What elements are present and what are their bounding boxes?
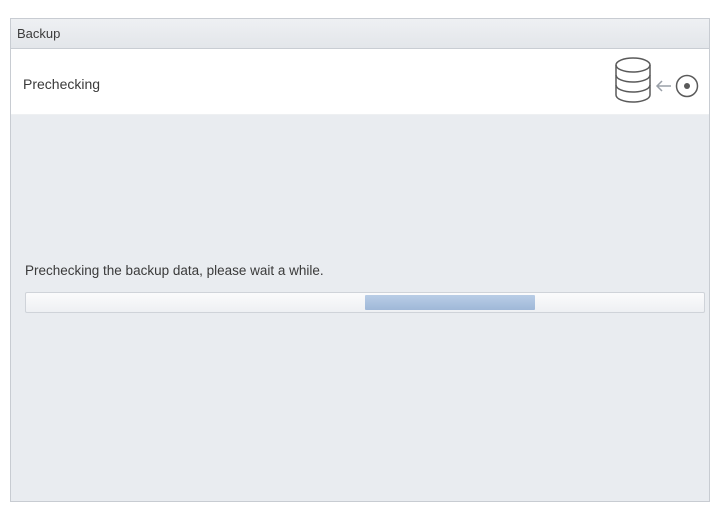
step-header: Prechecking bbox=[11, 49, 709, 115]
header-icon-group bbox=[613, 55, 699, 111]
status-message: Prechecking the backup data, please wait… bbox=[25, 263, 324, 278]
window-title: Backup bbox=[17, 26, 61, 41]
step-label: Prechecking bbox=[23, 75, 101, 92]
window-title-bar: Backup bbox=[11, 19, 709, 49]
target-circle-icon bbox=[675, 74, 699, 103]
content-area: Prechecking the backup data, please wait… bbox=[11, 115, 709, 501]
arrow-left-icon bbox=[655, 79, 673, 97]
progress-bar bbox=[25, 292, 705, 313]
database-icon bbox=[613, 56, 653, 111]
backup-window: Backup Prechecking Prechecking the backu… bbox=[10, 18, 710, 502]
progress-marquee bbox=[365, 295, 535, 310]
